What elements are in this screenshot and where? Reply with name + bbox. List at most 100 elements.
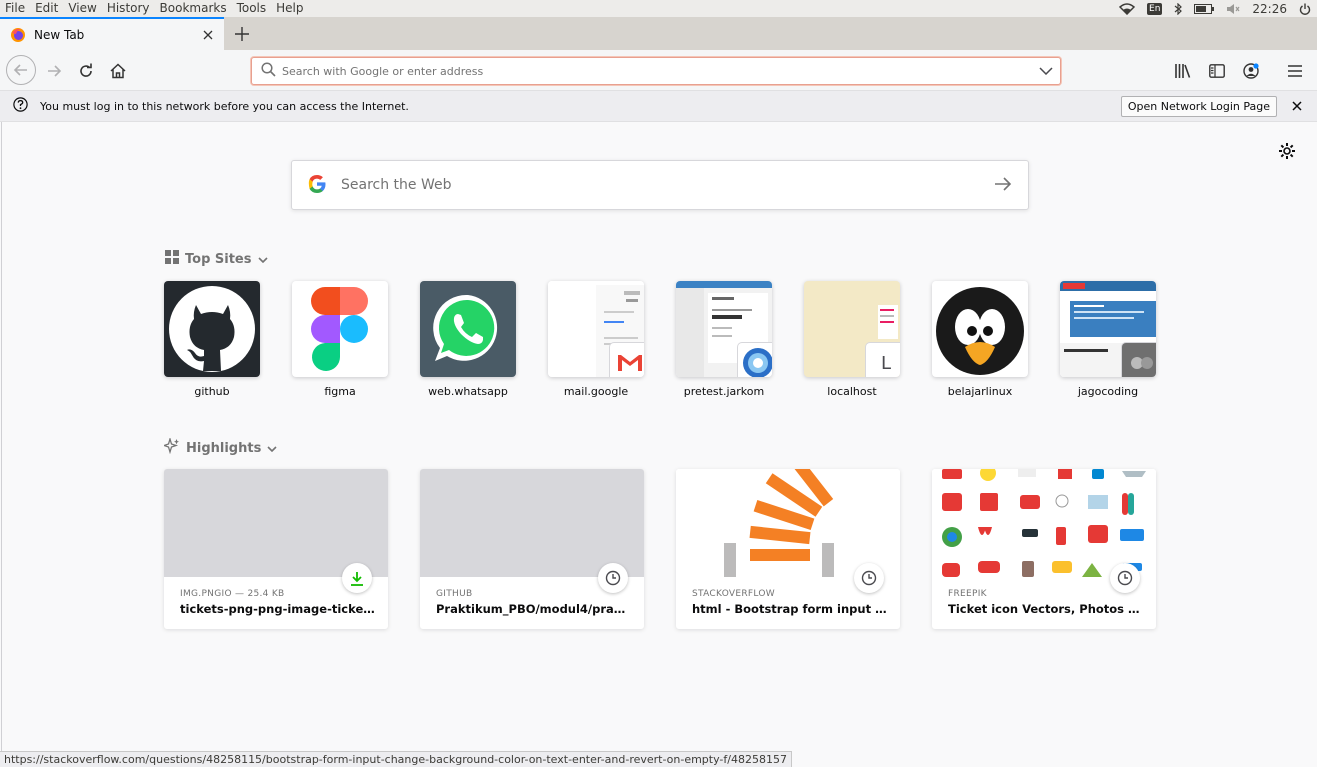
top-site-mail-google[interactable]: mail.google (548, 281, 644, 398)
top-site-label: github (194, 385, 230, 398)
address-bar[interactable] (251, 57, 1061, 85)
home-button[interactable] (103, 56, 133, 86)
highlight-source: IMG.PNGIO — 25.4 KB (180, 589, 285, 599)
top-site-label: pretest.jarkom (683, 385, 765, 398)
top-site-label: figma (324, 385, 356, 398)
hamburger-menu-icon (1288, 65, 1302, 77)
search-go-arrow-icon[interactable] (994, 176, 1012, 194)
question-icon (13, 97, 28, 115)
web-search-box[interactable]: Search the Web (291, 160, 1029, 210)
web-search-placeholder: Search the Web (341, 177, 452, 193)
battery-icon[interactable] (1194, 3, 1215, 14)
toolbar-right (1167, 56, 1311, 86)
back-arrow-icon (13, 64, 27, 76)
top-sites-header[interactable]: Top Sites (165, 250, 268, 268)
bluetooth-icon[interactable] (1174, 2, 1183, 15)
tab-new-tab[interactable]: New Tab (0, 17, 224, 50)
top-site-label: mail.google (563, 385, 629, 398)
top-site-label: belajarlinux (947, 385, 1013, 398)
highlight-title: Ticket icon Vectors, Photos and... (948, 602, 1144, 616)
chevron-down-icon (267, 441, 277, 456)
mail-google-screenshot (548, 281, 644, 377)
highlight-card[interactable]: STACKOVERFLOW html - Bootstrap form inpu… (676, 469, 900, 629)
sidebar-button[interactable] (1201, 56, 1233, 86)
notification-message: You must log in to this network before y… (40, 99, 409, 113)
highlight-title: tickets-png-png-image-tickets-... (180, 602, 376, 616)
navigation-toolbar (0, 50, 1317, 91)
menu-file[interactable]: File (0, 0, 30, 17)
system-tray: En 22:26 (1119, 0, 1317, 17)
github-logo-icon (164, 281, 260, 377)
top-site-github[interactable]: github (164, 281, 260, 398)
forward-button[interactable] (39, 56, 69, 86)
plus-icon (235, 26, 249, 41)
tab-title: New Tab (34, 27, 85, 42)
menu-bar: File Edit View History Bookmarks Tools H… (0, 0, 1317, 17)
top-site-web-whatsapp[interactable]: web.whatsapp (420, 281, 516, 398)
highlights-title: Highlights (186, 440, 262, 456)
top-site-belajarlinux[interactable]: belajarlinux (932, 281, 1028, 398)
highlight-card[interactable]: FREEPIK Ticket icon Vectors, Photos and.… (932, 469, 1156, 629)
highlight-card[interactable]: IMG.PNGIO — 25.4 KB tickets-png-png-imag… (164, 469, 388, 629)
google-logo-icon (307, 174, 327, 197)
figma-logo-icon (292, 281, 388, 377)
highlight-title: html - Bootstrap form input cha... (692, 602, 888, 616)
sidebar-icon (1209, 64, 1225, 78)
highlight-source: GITHUB (436, 589, 473, 599)
volume-muted-icon[interactable] (1226, 3, 1240, 15)
travel-icons-preview (932, 469, 1156, 577)
wifi-icon[interactable] (1119, 2, 1136, 15)
menu-view[interactable]: View (63, 0, 101, 17)
close-tab-icon[interactable] (196, 25, 220, 44)
open-network-login-button[interactable]: Open Network Login Page (1120, 95, 1277, 117)
top-site-figma[interactable]: figma (292, 281, 388, 398)
forward-arrow-icon (48, 65, 62, 77)
top-site-localhost[interactable]: L localhost (804, 281, 900, 398)
localhost-letter: L (880, 352, 892, 374)
reload-button[interactable] (71, 56, 101, 86)
app-menu-button[interactable] (1279, 56, 1311, 86)
pretest-jarkom-screenshot (676, 281, 772, 377)
home-icon (110, 63, 126, 79)
close-notification-icon[interactable] (1287, 101, 1307, 111)
top-sites-title: Top Sites (185, 251, 252, 267)
penguin-logo-icon (932, 281, 1028, 377)
menu-bookmarks[interactable]: Bookmarks (155, 0, 232, 17)
jagocoding-screenshot (1060, 281, 1156, 377)
captive-portal-notification: You must log in to this network before y… (0, 91, 1317, 122)
whatsapp-logo-icon (420, 281, 516, 377)
clock-icon (1110, 563, 1140, 593)
menu-tools[interactable]: Tools (232, 0, 272, 17)
search-icon (261, 62, 276, 80)
back-button[interactable] (6, 55, 36, 85)
jagocoding-favicon-icon (1122, 343, 1156, 377)
highlight-card[interactable]: GITHUB Praktikum_PBO/modul4/prakti... (420, 469, 644, 629)
new-tab-button[interactable] (229, 17, 255, 50)
firefox-icon (10, 27, 26, 43)
power-icon[interactable] (1299, 3, 1311, 15)
menu-edit[interactable]: Edit (30, 0, 63, 17)
top-site-label: localhost (827, 385, 877, 398)
top-site-jagocoding[interactable]: jagocoding (1060, 281, 1156, 398)
pretest-jarkom-favicon-icon (738, 343, 772, 377)
account-button[interactable] (1235, 56, 1267, 86)
top-site-pretest-jarkom[interactable]: pretest.jarkom (676, 281, 772, 398)
customize-gear-icon[interactable] (1277, 141, 1297, 164)
top-site-label: web.whatsapp (428, 385, 508, 398)
clock[interactable]: 22:26 (1252, 2, 1287, 16)
highlights-header[interactable]: Highlights (161, 436, 277, 458)
localhost-letter-icon: L (866, 343, 900, 377)
clock-icon (598, 563, 628, 593)
library-button[interactable] (1167, 56, 1199, 86)
reload-icon (80, 63, 92, 77)
top-sites-grid-icon (165, 250, 179, 268)
new-tab-page (1, 122, 1317, 751)
gmail-icon (610, 343, 644, 377)
menu-history[interactable]: History (102, 0, 155, 17)
keyboard-layout-indicator[interactable]: En (1147, 2, 1163, 15)
address-input[interactable] (282, 64, 1032, 78)
highlight-preview (420, 469, 644, 577)
tab-strip: New Tab (0, 17, 1317, 50)
urlbar-dropdown-icon[interactable] (1032, 67, 1060, 75)
menu-help[interactable]: Help (271, 0, 308, 17)
